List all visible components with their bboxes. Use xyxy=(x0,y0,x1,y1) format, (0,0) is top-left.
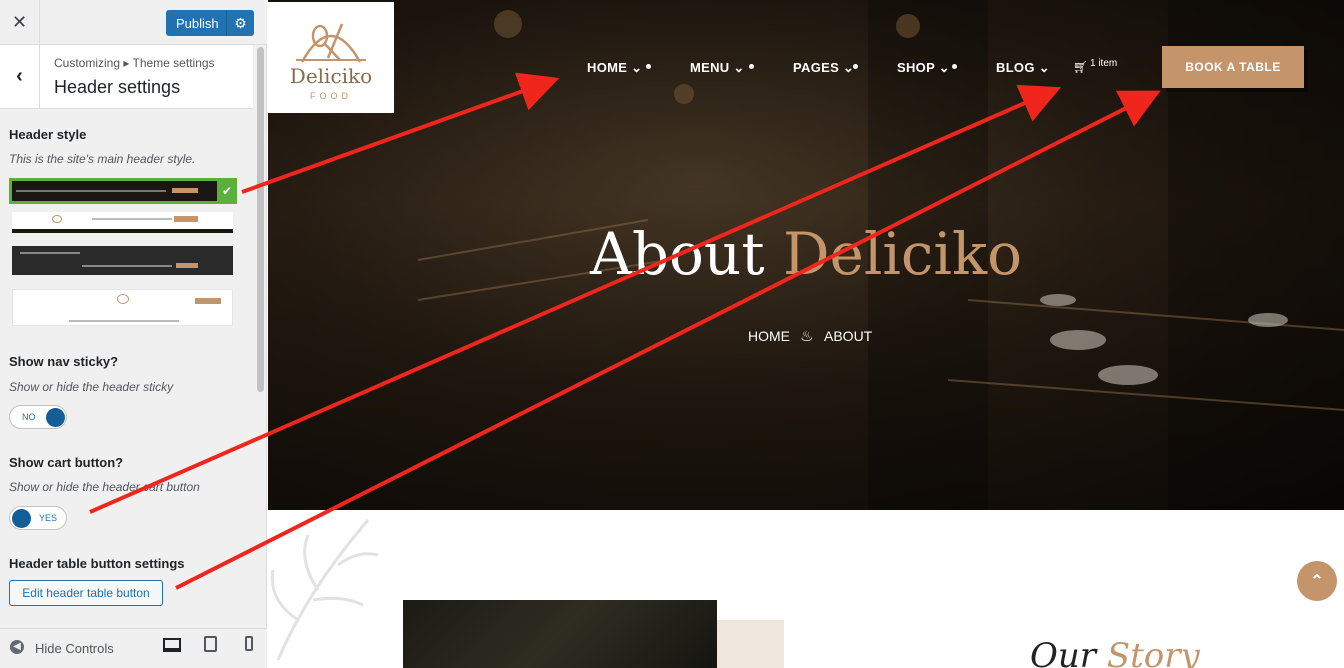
collapse-icon[interactable]: ◀ xyxy=(10,640,24,654)
tablet-icon[interactable] xyxy=(204,636,217,652)
chevron-up-icon: ⌃ xyxy=(1310,573,1324,590)
toggle-knob xyxy=(46,408,65,427)
nav-label: PAGES xyxy=(793,60,840,75)
nav-item-home[interactable]: HOME ⌄ xyxy=(587,60,642,76)
breadcrumb-home[interactable]: HOME xyxy=(748,328,790,344)
logo-tagline: FOOD xyxy=(310,91,352,101)
leaf-decoration xyxy=(270,519,379,661)
book-a-table-button[interactable]: BOOK A TABLE xyxy=(1162,46,1304,88)
section-title: Header settings xyxy=(54,77,181,97)
logo-name: Deliciko xyxy=(289,64,373,88)
cart-button-toggle[interactable]: YES xyxy=(9,506,67,530)
chevron-down-icon: ⌄ xyxy=(733,60,745,75)
breadcrumb: Customizing ▸ Theme settings xyxy=(54,56,215,70)
cart-count[interactable]: 1 item xyxy=(1090,58,1117,69)
story-title: Our Story xyxy=(1030,636,1200,668)
section-header: ‹ Customizing ▸ Theme settings Header se… xyxy=(0,45,253,109)
sidebar-scrollbar[interactable] xyxy=(255,45,265,625)
header-style-label: Header style xyxy=(9,127,87,142)
story-image xyxy=(403,600,717,668)
nav-sticky-toggle[interactable]: NO xyxy=(9,405,67,429)
chevron-down-icon: ⌄ xyxy=(631,60,643,75)
story-title-accent: Story xyxy=(1106,636,1200,668)
nav-item-menu[interactable]: MENU ⌄ xyxy=(690,60,745,76)
hero-section: Deliciko FOOD HOME ⌄ MENU ⌄ PAGES ⌄ SHOP… xyxy=(268,0,1344,510)
nav-item-pages[interactable]: PAGES ⌄ xyxy=(793,60,854,76)
breadcrumb-current: ABOUT xyxy=(824,328,873,344)
customizer-footer: ◀ Hide Controls xyxy=(0,628,267,668)
nav-label: BLOG xyxy=(996,60,1035,75)
header-style-option-3[interactable] xyxy=(12,246,233,275)
desktop-icon[interactable] xyxy=(163,638,181,652)
header-style-description: This is the site's main header style. xyxy=(9,152,196,166)
site-preview: Deliciko FOOD HOME ⌄ MENU ⌄ PAGES ⌄ SHOP… xyxy=(268,0,1344,668)
nav-item-shop[interactable]: SHOP ⌄ xyxy=(897,60,950,76)
site-logo[interactable]: Deliciko FOOD xyxy=(268,2,394,113)
toggle-knob xyxy=(12,509,31,528)
hero-title: About Deliciko xyxy=(268,220,1344,288)
nav-item-blog[interactable]: BLOG ⌄ xyxy=(996,60,1050,76)
nav-sticky-label: Show nav sticky? xyxy=(9,354,119,369)
hero-title-main: About xyxy=(589,220,765,288)
scrollbar-thumb[interactable] xyxy=(257,47,264,392)
story-title-main: Our xyxy=(1030,636,1097,668)
nav-sticky-value: NO xyxy=(22,412,36,422)
nav-label: MENU xyxy=(690,60,730,75)
nav-separator xyxy=(952,64,957,69)
header-style-option-4[interactable] xyxy=(12,289,233,326)
checkmark-icon: ✔ xyxy=(217,178,237,204)
cart-button-value: YES xyxy=(39,513,58,523)
nav-separator xyxy=(646,64,651,69)
cart-button-description: Show or hide the header cart button xyxy=(9,480,200,494)
scroll-to-top-button[interactable]: ⌃ xyxy=(1297,561,1337,601)
publish-label: Publish xyxy=(176,15,219,31)
mobile-icon[interactable] xyxy=(245,636,253,651)
chevron-down-icon: ⌄ xyxy=(1038,60,1050,75)
publish-button[interactable]: Publish ⚙ xyxy=(166,10,254,36)
chevron-down-icon: ⌄ xyxy=(938,60,950,75)
close-icon: ✕ xyxy=(11,12,28,32)
table-button-settings-label: Header table button settings xyxy=(9,556,185,571)
cart-button-label: Show cart button? xyxy=(9,455,124,470)
gear-icon[interactable]: ⚙ xyxy=(226,10,254,36)
nav-separator xyxy=(853,64,858,69)
customizer-topbar: ✕ Publish ⚙ xyxy=(0,0,267,45)
nav-label: HOME xyxy=(587,60,628,75)
nav-sticky-description: Show or hide the header sticky xyxy=(9,380,174,394)
breadcrumb-separator-icon: ♨ xyxy=(800,328,814,345)
nav-separator xyxy=(749,64,754,69)
cart-icon[interactable]: 🛒︎ xyxy=(1073,60,1088,74)
back-button[interactable]: ‹ xyxy=(0,45,40,108)
customizer-sidebar: ✕ Publish ⚙ ‹ Customizing ▸ Theme settin… xyxy=(0,0,267,668)
chevron-left-icon: ‹ xyxy=(16,65,23,87)
hero-title-accent: Deliciko xyxy=(783,220,1023,288)
edit-header-table-button[interactable]: Edit header table button xyxy=(9,580,163,606)
header-style-option-1[interactable]: ✔ xyxy=(9,178,237,204)
header-style-option-2[interactable] xyxy=(12,212,233,233)
story-image-backdrop xyxy=(717,620,784,668)
nav-label: SHOP xyxy=(897,60,935,75)
hide-controls-button[interactable]: Hide Controls xyxy=(35,641,114,656)
close-customizer-button[interactable]: ✕ xyxy=(0,0,40,45)
